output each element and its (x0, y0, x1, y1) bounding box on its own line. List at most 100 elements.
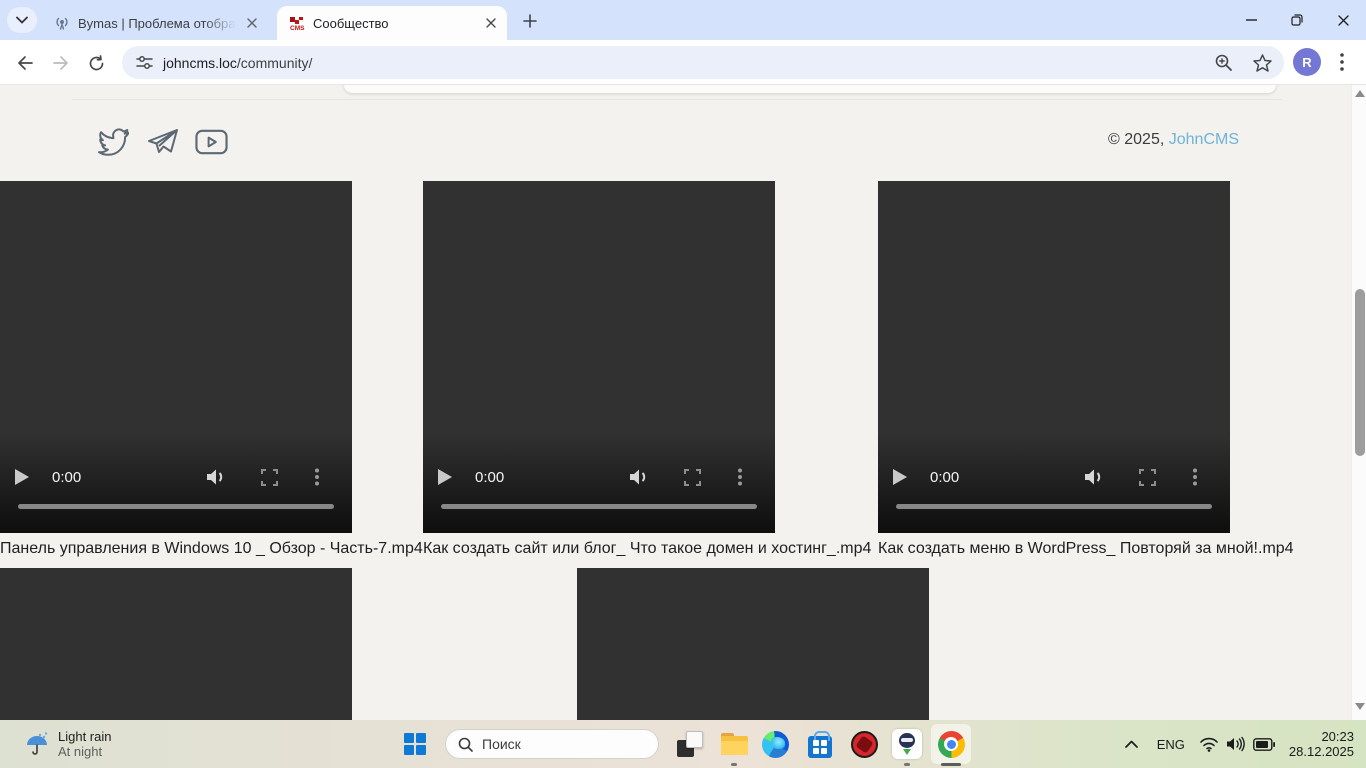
video-player-3[interactable]: 0:00 (878, 181, 1230, 533)
url-text[interactable]: johncms.loc/community/ (163, 55, 312, 71)
close-icon (1338, 15, 1349, 26)
desktop-screen: Bymas | Проблема отображен CMS Сообществ… (0, 0, 1366, 768)
omnibox-actions (1214, 46, 1272, 79)
video-time: 0:00 (52, 469, 81, 486)
volume-icon[interactable] (206, 468, 228, 486)
scrolled-card-bottom (344, 85, 1276, 93)
language-indicator[interactable]: ENG (1145, 737, 1197, 752)
restore-icon (1291, 14, 1303, 26)
play-icon[interactable] (892, 468, 908, 486)
video-time: 0:00 (930, 469, 959, 486)
footer-social-links (97, 125, 228, 158)
bookmark-star-icon[interactable] (1253, 54, 1272, 72)
fullscreen-icon[interactable] (1139, 469, 1156, 486)
tab-community[interactable]: CMS Сообщество (277, 6, 507, 40)
scrollbar-thumb[interactable] (1355, 289, 1365, 456)
video-controls: 0:00 (878, 465, 1230, 495)
johncms-link[interactable]: JohnCMS (1169, 131, 1239, 148)
chevron-down-icon (16, 16, 28, 24)
rain-umbrella-icon (24, 731, 50, 757)
taskbar: Light rain At night Поиск (0, 720, 1366, 768)
volume-icon[interactable] (629, 468, 651, 486)
youtube-icon (195, 129, 228, 155)
page-content: © 2025, JohnCMS 0:00 0:00 (0, 85, 1351, 768)
red-app-button[interactable] (846, 726, 882, 762)
fullscreen-icon[interactable] (261, 469, 278, 486)
back-button[interactable] (10, 48, 40, 78)
youtube-link[interactable] (195, 125, 228, 158)
browser-toolbar: johncms.loc/community/ R (0, 40, 1366, 85)
video-overflow-icon[interactable] (315, 468, 319, 486)
tray-expand-button[interactable] (1119, 729, 1145, 759)
telegram-link[interactable] (146, 125, 179, 158)
chrome-button[interactable] (933, 726, 969, 762)
video-overflow-icon[interactable] (738, 468, 742, 486)
forward-button[interactable] (46, 48, 76, 78)
task-view-button[interactable] (672, 726, 708, 762)
tab-search-button[interactable] (7, 7, 37, 33)
tab-bymas[interactable]: Bymas | Проблема отображен (42, 6, 268, 40)
video-seekbar[interactable] (896, 504, 1212, 509)
twitter-icon (97, 128, 130, 156)
johncms-favicon-icon: CMS (289, 15, 305, 31)
folder-icon (721, 733, 748, 755)
page-scrollbar[interactable] (1351, 85, 1366, 720)
minimize-button[interactable] (1228, 0, 1274, 40)
chrome-icon (938, 731, 965, 758)
footer-divider (72, 99, 1282, 100)
chevron-up-icon (1125, 740, 1138, 748)
profile-avatar[interactable]: R (1293, 48, 1321, 76)
window-controls (1228, 0, 1366, 40)
volume-icon[interactable] (1084, 468, 1106, 486)
svg-text:CMS: CMS (290, 25, 305, 31)
video-seekbar[interactable] (441, 504, 757, 509)
tray-status-icons[interactable] (1197, 736, 1283, 752)
video-player-2[interactable]: 0:00 (423, 181, 775, 533)
copyright: © 2025, JohnCMS (1108, 131, 1239, 149)
video-seekbar[interactable] (18, 504, 334, 509)
twitter-link[interactable] (97, 125, 130, 158)
video-player-1[interactable]: 0:00 (0, 181, 352, 533)
video-filename: Как создать меню в WordPress_ Повторяй з… (878, 540, 1294, 558)
fullscreen-icon[interactable] (684, 469, 701, 486)
zoom-icon[interactable] (1214, 53, 1233, 72)
battery-icon (1253, 738, 1275, 751)
reload-button[interactable] (81, 48, 111, 78)
address-bar[interactable]: johncms.loc/community/ (122, 46, 1284, 79)
video-controls: 0:00 (423, 465, 775, 495)
scroll-down-arrow[interactable] (1355, 703, 1365, 710)
ninja-app-button[interactable] (889, 726, 925, 762)
search-placeholder: Поиск (482, 736, 521, 752)
windows-logo-icon (404, 733, 426, 755)
video-overflow-icon[interactable] (1193, 468, 1197, 486)
scroll-up-arrow[interactable] (1355, 90, 1365, 97)
site-settings-icon[interactable] (136, 54, 153, 71)
running-indicator (904, 763, 910, 766)
forward-icon (52, 55, 70, 71)
clock-time: 20:23 (1289, 729, 1354, 744)
file-explorer-button[interactable] (716, 726, 752, 762)
start-button[interactable] (399, 728, 431, 760)
url-host: johncms.loc (163, 55, 237, 71)
browser-titlebar: Bymas | Проблема отображен CMS Сообществ… (0, 0, 1366, 40)
browser-menu-button[interactable] (1330, 48, 1354, 76)
video-time: 0:00 (475, 469, 504, 486)
play-icon[interactable] (14, 468, 30, 486)
weather-widget[interactable]: Light rain At night (16, 720, 119, 768)
taskbar-search[interactable]: Поиск (445, 729, 659, 759)
tab-close-icon[interactable] (244, 15, 260, 31)
play-icon[interactable] (437, 468, 453, 486)
new-tab-button[interactable] (517, 8, 543, 34)
restore-button[interactable] (1274, 0, 1320, 40)
taskbar-clock[interactable]: 20:23 28.12.2025 (1283, 729, 1366, 759)
tab-close-icon[interactable] (483, 15, 499, 31)
edge-button[interactable] (757, 726, 793, 762)
clock-date: 28.12.2025 (1289, 744, 1354, 759)
microsoft-store-button[interactable] (802, 726, 838, 762)
volume-tray-icon (1226, 736, 1246, 752)
running-indicator (731, 763, 737, 766)
avatar-initial: R (1302, 55, 1311, 70)
edge-icon (762, 731, 789, 758)
red-app-icon (851, 731, 878, 758)
close-window-button[interactable] (1320, 0, 1366, 40)
